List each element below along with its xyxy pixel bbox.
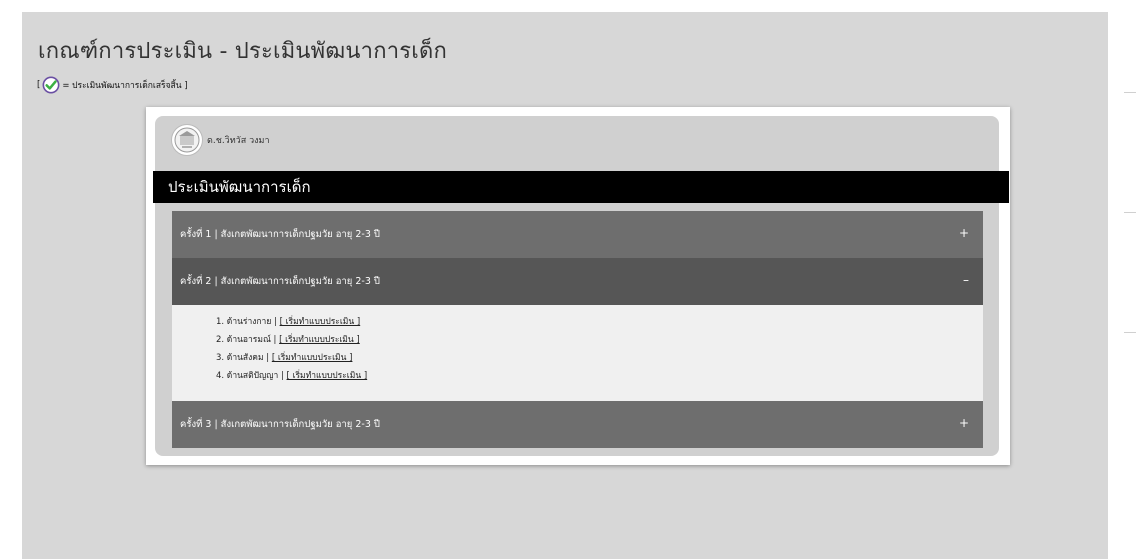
legend: [ = ประเมินพัฒนาการเด็กเสร็จสิ้น ] [37, 75, 188, 95]
assessment-card: ด.ช.วิทวัส วงมา ประเมินพัฒนาการเด็ก ครั้… [146, 107, 1010, 465]
session-2-label: ครั้งที่ 2 | สังเกตพัฒนาการเด็กปฐมวัย อา… [180, 276, 380, 287]
item-label: 2. ด้านอารมณ์ | [216, 335, 280, 345]
assessment-panel: ด.ช.วิทวัส วงมา ประเมินพัฒนาการเด็ก ครั้… [153, 116, 1009, 456]
session-2-body: 1. ด้านร่างกาย | [ เริ่มทำแบบประเมิน ] 2… [172, 305, 983, 401]
session-2-header[interactable]: ครั้งที่ 2 | สังเกตพัฒนาการเด็กปฐมวัย อา… [172, 258, 983, 305]
legend-text: = ประเมินพัฒนาการเด็กเสร็จสิ้น ] [62, 81, 188, 91]
item-label: 1. ด้านร่างกาย | [216, 317, 280, 327]
start-assessment-link[interactable]: [ เริ่มทำแบบประเมิน ] [280, 317, 361, 327]
session-3-header[interactable]: ครั้งที่ 3 | สังเกตพัฒนาการเด็กปฐมวัย อา… [172, 401, 983, 448]
section-title: ประเมินพัฒนาการเด็ก [168, 178, 311, 196]
right-sidebar-strip [1108, 12, 1136, 559]
start-assessment-link[interactable]: [ เริ่มทำแบบประเมิน ] [287, 371, 368, 381]
check-circle-icon [42, 76, 60, 94]
student-info: ด.ช.วิทวัส วงมา [171, 124, 270, 156]
page-title: เกณฑ์การประเมิน - ประเมินพัฒนาการเด็ก [38, 39, 448, 64]
list-item: 1. ด้านร่างกาย | [ เริ่มทำแบบประเมิน ] [216, 316, 360, 328]
session-1-header[interactable]: ครั้งที่ 1 | สังเกตพัฒนาการเด็กปฐมวัย อา… [172, 211, 983, 258]
legend-bracket: [ [37, 80, 41, 90]
student-name: ด.ช.วิทวัส วงมา [207, 136, 270, 146]
item-label: 4. ด้านสติปัญญา | [216, 371, 287, 381]
start-assessment-link[interactable]: [ เริ่มทำแบบประเมิน ] [272, 353, 353, 363]
expand-icon: + [958, 416, 969, 430]
list-item: 4. ด้านสติปัญญา | [ เริ่มทำแบบประเมิน ] [216, 370, 367, 382]
section-title-bar: ประเมินพัฒนาการเด็ก [153, 171, 1009, 203]
list-item: 3. ด้านสังคม | [ เริ่มทำแบบประเมิน ] [216, 352, 352, 364]
session-3-label: ครั้งที่ 3 | สังเกตพัฒนาการเด็กปฐมวัย อา… [180, 419, 380, 430]
list-item: 2. ด้านอารมณ์ | [ เริ่มทำแบบประเมิน ] [216, 334, 360, 346]
start-assessment-link[interactable]: [ เริ่มทำแบบประเมิน ] [279, 335, 360, 345]
item-label: 3. ด้านสังคม | [216, 353, 272, 363]
session-1-label: ครั้งที่ 1 | สังเกตพัฒนาการเด็กปฐมวัย อา… [180, 229, 380, 240]
expand-icon: + [958, 226, 969, 240]
school-logo-icon [171, 124, 203, 156]
collapse-icon: – [963, 273, 969, 287]
